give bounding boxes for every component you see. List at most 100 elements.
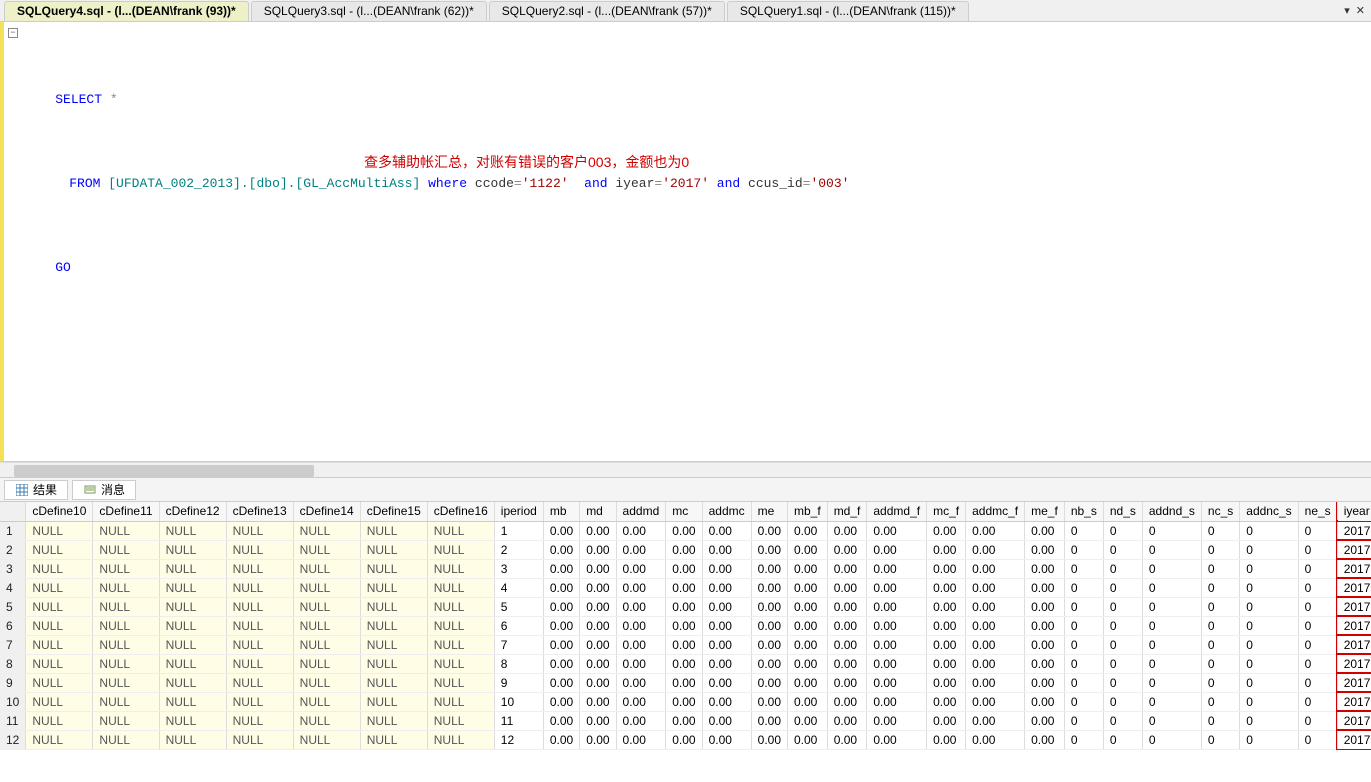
cell-iyear[interactable]: 2017	[1337, 711, 1371, 730]
column-header-me[interactable]: me	[751, 502, 787, 521]
cell-addmd[interactable]: 0.00	[616, 578, 666, 597]
cell-nc_s[interactable]: 0	[1201, 597, 1239, 616]
cell-cDefine13[interactable]: NULL	[226, 692, 293, 711]
cell-addmc[interactable]: 0.00	[702, 540, 751, 559]
cell-addnc_s[interactable]: 0	[1240, 673, 1298, 692]
document-tab-2[interactable]: SQLQuery2.sql - (l...(DEAN\frank (57))*	[489, 1, 725, 21]
column-header-iyear[interactable]: iyear	[1337, 502, 1371, 521]
cell-cDefine15[interactable]: NULL	[360, 654, 427, 673]
cell-addnc_s[interactable]: 0	[1240, 616, 1298, 635]
column-header-addmd[interactable]: addmd	[616, 502, 666, 521]
cell-addmd[interactable]: 0.00	[616, 616, 666, 635]
cell-cDefine14[interactable]: NULL	[293, 616, 360, 635]
cell-md[interactable]: 0.00	[580, 692, 616, 711]
cell-cDefine16[interactable]: NULL	[427, 654, 494, 673]
cell-cDefine15[interactable]: NULL	[360, 635, 427, 654]
table-row[interactable]: 3NULLNULLNULLNULLNULLNULLNULL30.000.000.…	[0, 559, 1371, 578]
cell-ne_s[interactable]: 0	[1298, 692, 1337, 711]
cell-addmd_f[interactable]: 0.00	[867, 635, 927, 654]
cell-nb_s[interactable]: 0	[1064, 730, 1103, 749]
cell-cDefine14[interactable]: NULL	[293, 578, 360, 597]
column-header-mc[interactable]: mc	[666, 502, 702, 521]
cell-addmd[interactable]: 0.00	[616, 654, 666, 673]
cell-mb[interactable]: 0.00	[543, 654, 579, 673]
collapse-icon[interactable]: −	[8, 28, 18, 38]
cell-nb_s[interactable]: 0	[1064, 521, 1103, 540]
column-header-mb[interactable]: mb	[543, 502, 579, 521]
cell-md_f[interactable]: 0.00	[827, 730, 867, 749]
cell-md_f[interactable]: 0.00	[827, 597, 867, 616]
cell-mb[interactable]: 0.00	[543, 597, 579, 616]
cell-nc_s[interactable]: 0	[1201, 578, 1239, 597]
cell-me[interactable]: 0.00	[751, 540, 787, 559]
table-row[interactable]: 1NULLNULLNULLNULLNULLNULLNULL10.000.000.…	[0, 521, 1371, 540]
cell-nc_s[interactable]: 0	[1201, 635, 1239, 654]
cell-cDefine10[interactable]: NULL	[26, 730, 93, 749]
cell-iperiod[interactable]: 1	[494, 521, 543, 540]
cell-addnd_s[interactable]: 0	[1142, 711, 1201, 730]
cell-iyear[interactable]: 2017	[1337, 730, 1371, 749]
cell-md[interactable]: 0.00	[580, 578, 616, 597]
cell-me_f[interactable]: 0.00	[1025, 692, 1065, 711]
cell-cDefine15[interactable]: NULL	[360, 673, 427, 692]
cell-cDefine10[interactable]: NULL	[26, 521, 93, 540]
cell-cDefine10[interactable]: NULL	[26, 616, 93, 635]
cell-cDefine11[interactable]: NULL	[93, 730, 159, 749]
cell-iperiod[interactable]: 2	[494, 540, 543, 559]
cell-addmd[interactable]: 0.00	[616, 635, 666, 654]
cell-addmc[interactable]: 0.00	[702, 711, 751, 730]
cell-cDefine14[interactable]: NULL	[293, 559, 360, 578]
cell-mb_f[interactable]: 0.00	[788, 692, 828, 711]
document-tab-3[interactable]: SQLQuery1.sql - (l...(DEAN\frank (115))*	[727, 1, 969, 21]
cell-ne_s[interactable]: 0	[1298, 540, 1337, 559]
cell-cDefine11[interactable]: NULL	[93, 559, 159, 578]
cell-cDefine10[interactable]: NULL	[26, 578, 93, 597]
cell-mb[interactable]: 0.00	[543, 616, 579, 635]
cell-md[interactable]: 0.00	[580, 540, 616, 559]
row-number[interactable]: 8	[0, 654, 26, 673]
row-number[interactable]: 11	[0, 711, 26, 730]
document-tab-0[interactable]: SQLQuery4.sql - (l...(DEAN\frank (93))*	[4, 1, 249, 21]
row-number[interactable]: 12	[0, 730, 26, 749]
column-header-mc_f[interactable]: mc_f	[927, 502, 966, 521]
cell-cDefine16[interactable]: NULL	[427, 521, 494, 540]
cell-cDefine14[interactable]: NULL	[293, 673, 360, 692]
cell-mb_f[interactable]: 0.00	[788, 711, 828, 730]
cell-cDefine16[interactable]: NULL	[427, 673, 494, 692]
row-number[interactable]: 10	[0, 692, 26, 711]
cell-cDefine12[interactable]: NULL	[159, 635, 226, 654]
cell-ne_s[interactable]: 0	[1298, 521, 1337, 540]
cell-nc_s[interactable]: 0	[1201, 540, 1239, 559]
cell-me[interactable]: 0.00	[751, 559, 787, 578]
cell-mc_f[interactable]: 0.00	[927, 730, 966, 749]
cell-ne_s[interactable]: 0	[1298, 578, 1337, 597]
cell-addnd_s[interactable]: 0	[1142, 521, 1201, 540]
cell-nc_s[interactable]: 0	[1201, 692, 1239, 711]
cell-cDefine14[interactable]: NULL	[293, 654, 360, 673]
cell-cDefine12[interactable]: NULL	[159, 540, 226, 559]
cell-addmd[interactable]: 0.00	[616, 559, 666, 578]
cell-me[interactable]: 0.00	[751, 597, 787, 616]
column-header-cDefine11[interactable]: cDefine11	[93, 502, 159, 521]
cell-addnc_s[interactable]: 0	[1240, 635, 1298, 654]
cell-addnd_s[interactable]: 0	[1142, 730, 1201, 749]
column-header-cDefine13[interactable]: cDefine13	[226, 502, 293, 521]
cell-cDefine13[interactable]: NULL	[226, 673, 293, 692]
cell-mc[interactable]: 0.00	[666, 559, 702, 578]
cell-addnd_s[interactable]: 0	[1142, 654, 1201, 673]
cell-addmc_f[interactable]: 0.00	[966, 730, 1025, 749]
column-header-cDefine10[interactable]: cDefine10	[26, 502, 93, 521]
cell-cDefine10[interactable]: NULL	[26, 559, 93, 578]
cell-mb_f[interactable]: 0.00	[788, 597, 828, 616]
cell-cDefine15[interactable]: NULL	[360, 540, 427, 559]
cell-iperiod[interactable]: 6	[494, 616, 543, 635]
sql-editor[interactable]: − SELECT * FROM [UFDATA_002_2013].[dbo].…	[0, 22, 1371, 462]
row-number[interactable]: 7	[0, 635, 26, 654]
cell-addmd[interactable]: 0.00	[616, 597, 666, 616]
cell-addmd_f[interactable]: 0.00	[867, 540, 927, 559]
cell-me_f[interactable]: 0.00	[1025, 654, 1065, 673]
cell-md[interactable]: 0.00	[580, 730, 616, 749]
cell-addmc[interactable]: 0.00	[702, 559, 751, 578]
cell-md_f[interactable]: 0.00	[827, 521, 867, 540]
column-header-nc_s[interactable]: nc_s	[1201, 502, 1239, 521]
